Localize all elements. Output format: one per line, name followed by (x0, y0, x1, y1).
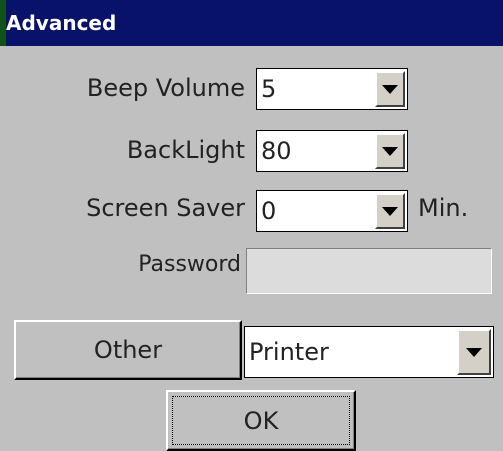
beep-volume-dropdown-button[interactable] (375, 71, 405, 107)
other-select[interactable]: Printer (244, 326, 494, 378)
screen-saver-label: Screen Saver (86, 194, 245, 222)
screen-saver-value: 0 (261, 197, 277, 225)
password-label: Password (138, 252, 241, 277)
other-button[interactable]: Other (14, 320, 242, 380)
beep-volume-label: Beep Volume (86, 74, 245, 102)
backlight-value: 80 (261, 137, 292, 165)
focus-rectangle (172, 396, 350, 445)
backlight-label: BackLight (126, 136, 245, 164)
screen-saver-dropdown-button[interactable] (375, 193, 405, 229)
other-select-value: Printer (249, 338, 329, 366)
beep-volume-select[interactable]: 5 (256, 68, 408, 110)
password-field[interactable] (246, 248, 492, 294)
chevron-down-icon (382, 146, 398, 156)
screen-saver-select[interactable]: 0 (256, 190, 408, 232)
window-title: Advanced (6, 11, 117, 35)
other-button-label: Other (93, 336, 163, 364)
backlight-select[interactable]: 80 (256, 130, 408, 172)
ok-button[interactable]: OK (166, 390, 356, 451)
chevron-down-icon (382, 206, 398, 216)
title-bar: Advanced (0, 0, 503, 46)
beep-volume-value: 5 (261, 75, 277, 103)
chevron-down-icon (466, 347, 482, 357)
other-dropdown-button[interactable] (457, 329, 491, 375)
chevron-down-icon (382, 84, 398, 94)
screen-saver-unit: Min. (418, 194, 469, 222)
backlight-dropdown-button[interactable] (375, 133, 405, 169)
